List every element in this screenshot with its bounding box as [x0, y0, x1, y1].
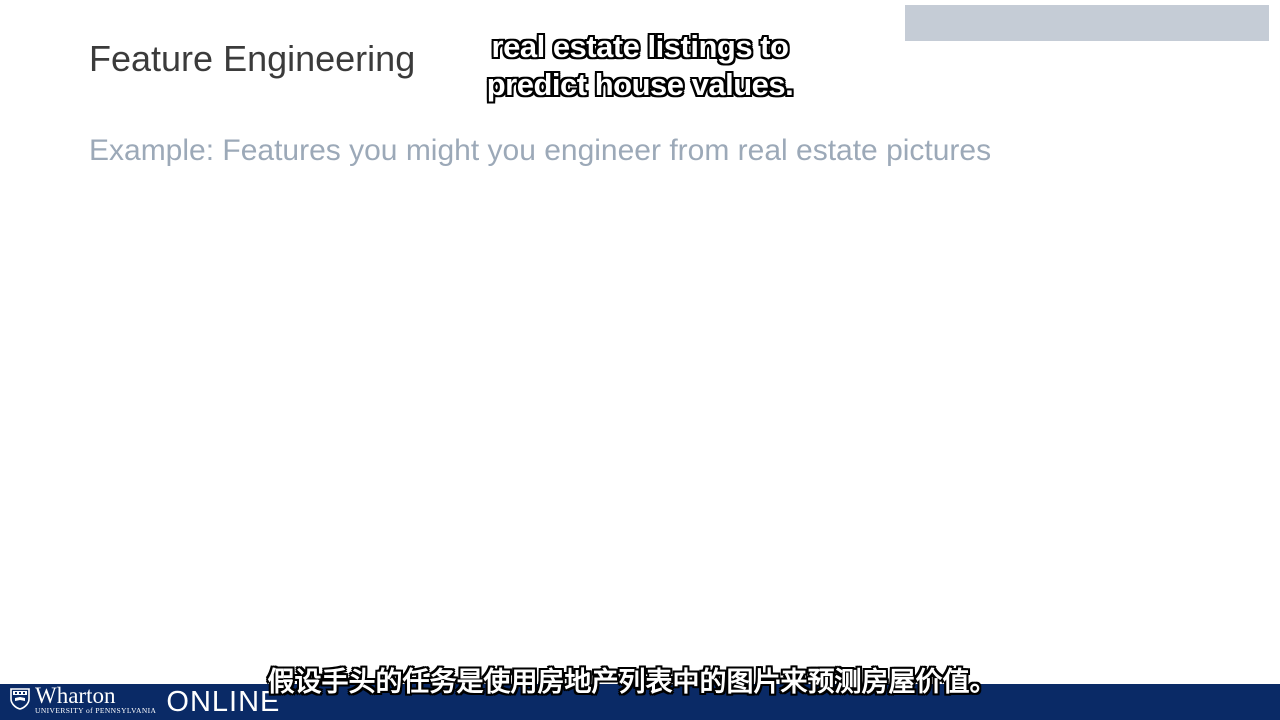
slide-canvas: Feature Engineering real estate listings…: [0, 0, 1280, 720]
english-caption-overlay: real estate listings to predict house va…: [440, 28, 840, 104]
logo-wharton-text: Wharton: [35, 683, 116, 708]
penn-shield-icon: [10, 688, 30, 710]
slide-subtitle: Example: Features you might you engineer…: [89, 134, 992, 167]
wharton-online-logo: Wharton UNIVERSITY of PENNSYLVANIA ONLIN…: [10, 683, 280, 718]
slide-title: Feature Engineering: [89, 38, 416, 79]
logo-university-text: UNIVERSITY of PENNSYLVANIA: [35, 706, 157, 715]
top-banner-text: [923, 5, 1251, 41]
top-banner-bar: [905, 5, 1269, 41]
chinese-subtitle: 假设手头的任务是使用房地产列表中的图片来预测房屋价值。: [267, 667, 997, 698]
logo-wordmark-block: Wharton UNIVERSITY of PENNSYLVANIA: [35, 683, 157, 716]
english-caption-line-1: real estate listings to: [491, 28, 790, 64]
english-caption-line-2: predict house values.: [486, 66, 794, 102]
